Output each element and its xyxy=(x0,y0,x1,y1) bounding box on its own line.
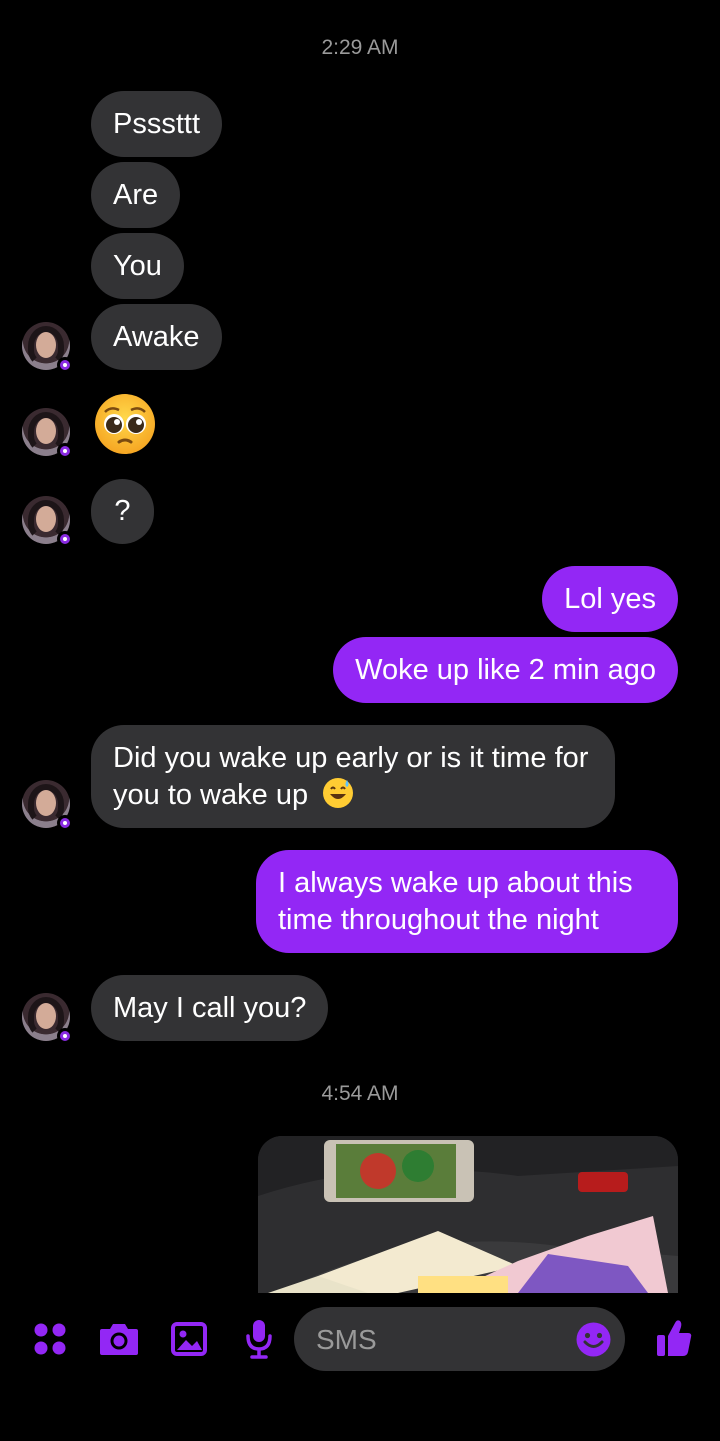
message-bubble-outgoing[interactable]: Lol yes xyxy=(542,566,678,632)
messenger-badge-icon xyxy=(57,531,73,547)
pleading-face-emoji-icon[interactable] xyxy=(93,392,157,456)
message-bubble-outgoing[interactable]: I always wake up about this time through… xyxy=(256,850,678,953)
message-bubble-incoming[interactable]: You xyxy=(91,233,184,299)
message-input[interactable] xyxy=(314,1307,568,1373)
camera-icon[interactable] xyxy=(98,1320,140,1358)
message-bubble-incoming[interactable]: May I call you? xyxy=(91,975,329,1041)
contact-avatar[interactable] xyxy=(22,408,73,459)
emoji-icon[interactable] xyxy=(576,1322,611,1357)
messenger-badge-icon xyxy=(57,357,73,373)
message-bubble-incoming[interactable]: Did you wake up early or is it time for … xyxy=(91,725,615,828)
apps-icon[interactable] xyxy=(33,1322,67,1356)
contact-avatar[interactable] xyxy=(22,780,73,831)
message-bubble-incoming[interactable]: ? xyxy=(91,479,154,544)
contact-avatar[interactable] xyxy=(22,322,73,373)
thumbs-up-icon[interactable] xyxy=(655,1318,693,1358)
gallery-icon[interactable] xyxy=(171,1321,207,1357)
photo-content xyxy=(258,1136,678,1293)
grinning-sweat-emoji-icon xyxy=(323,778,354,808)
message-bubble-incoming[interactable]: Awake xyxy=(91,304,222,370)
photo-message[interactable] xyxy=(258,1136,678,1293)
contact-avatar[interactable] xyxy=(22,496,73,547)
message-bubble-incoming[interactable]: Psssttt xyxy=(91,91,223,157)
message-bubble-outgoing[interactable]: Woke up like 2 min ago xyxy=(333,637,678,703)
message-bubble-incoming[interactable]: Are xyxy=(91,162,181,228)
messenger-badge-icon xyxy=(57,815,73,831)
messenger-badge-icon xyxy=(57,1028,73,1044)
microphone-icon[interactable] xyxy=(245,1318,273,1360)
timestamp: 4:54 AM xyxy=(321,1082,399,1105)
timestamp: 2:29 AM xyxy=(321,36,399,59)
contact-avatar[interactable] xyxy=(22,993,73,1044)
messenger-badge-icon xyxy=(57,443,73,459)
